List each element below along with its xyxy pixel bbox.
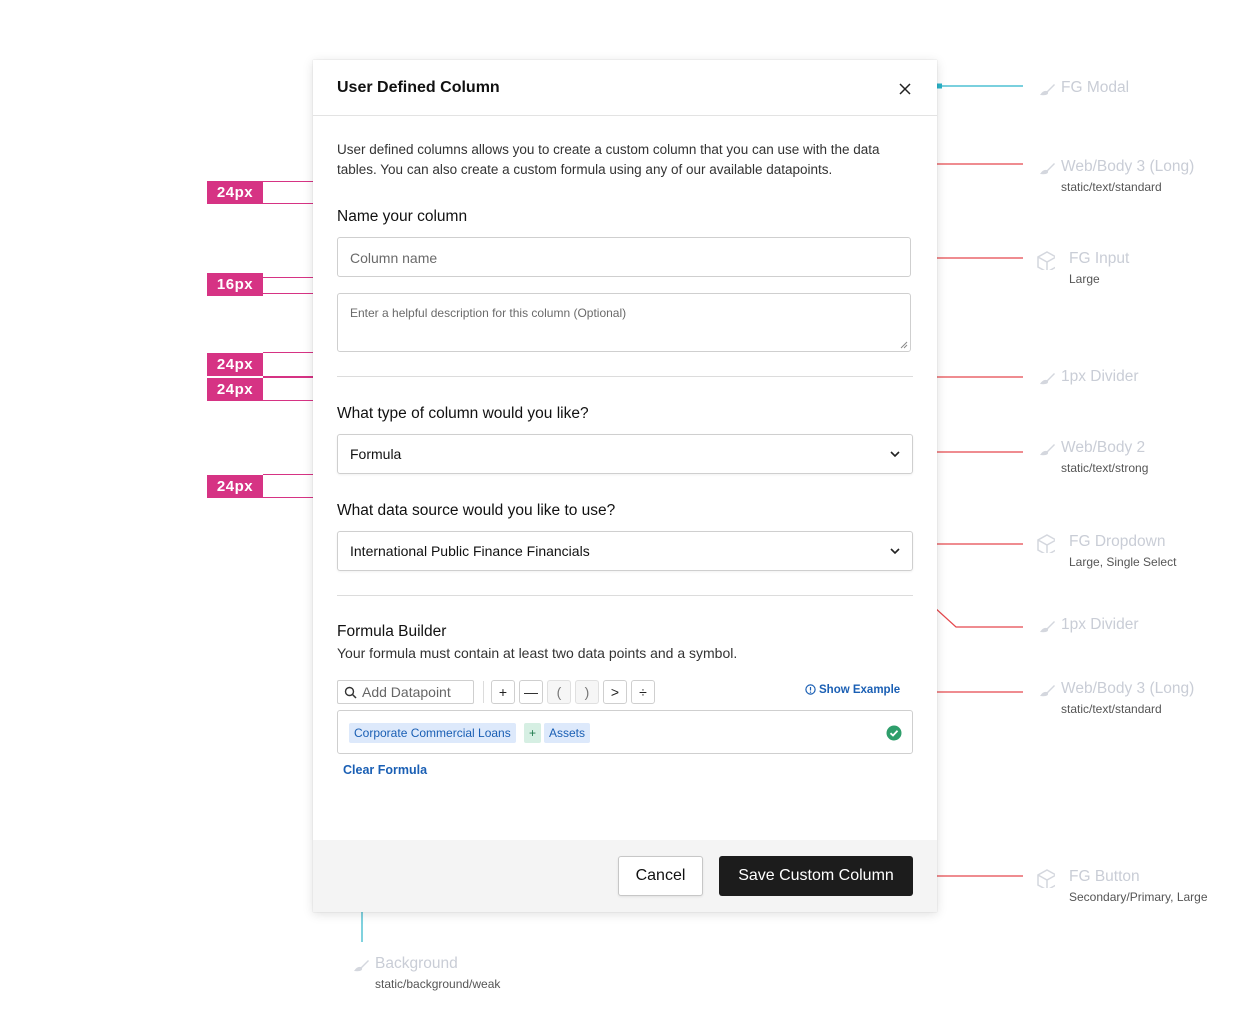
column-name-input[interactable]: Column name [337,237,911,277]
add-datapoint-placeholder: Add Datapoint [362,684,451,700]
chevron-down-icon [890,548,900,555]
chevron-down-icon [890,451,900,458]
brush-icon [1040,163,1055,175]
add-datapoint-search[interactable]: Add Datapoint [337,680,474,704]
brush-icon [1040,373,1055,385]
annotation-title: FG Input [1069,250,1130,267]
brush-icon [1040,444,1055,456]
datapoint-chip[interactable]: Assets [544,723,591,743]
plus-operator-button[interactable]: + [491,680,515,704]
formula-builder-title: Formula Builder [337,623,447,640]
annotation-title: 1px Divider [1061,368,1139,385]
description-placeholder: Enter a helpful description for this col… [350,306,627,320]
name-label: Name your column [337,208,468,225]
annotation-subtitle: static/background/weak [375,977,501,991]
operator-chip[interactable]: + [524,723,542,743]
annotation-title: 1px Divider [1061,616,1139,633]
show-example-link[interactable]: Show Example [805,684,900,696]
annotation-subtitle: Large, Single Select [1069,555,1177,569]
column-name-placeholder: Column name [350,250,438,266]
divide-operator-button[interactable]: ÷ [631,680,655,704]
show-example-label: Show Example [819,684,901,696]
section-divider [337,376,913,377]
formula-builder-subtitle: Your formula must contain at least two d… [337,645,738,661]
close-icon [899,83,911,95]
data-source-select[interactable]: International Public Finance Financials [337,531,913,571]
toolbar-separator [483,681,484,703]
column-type-select[interactable]: Formula [337,434,913,474]
close-button[interactable] [893,77,917,101]
minus-operator-button[interactable]: — [519,680,543,704]
type-label: What type of column would you like? [337,405,589,422]
greater-than-button[interactable]: > [603,680,627,704]
resize-handle-icon[interactable] [900,341,908,349]
annotation-subtitle: Large [1069,272,1100,286]
spacing-badge: 24px [207,181,263,204]
datapoint-chip[interactable]: Corporate Commercial Loans [349,723,516,743]
brush-icon [354,960,369,972]
annotation-title: FG Modal [1061,79,1130,96]
spacing-badge: 24px [207,353,263,376]
save-custom-column-button[interactable]: Save Custom Column [719,856,913,896]
annotation-title: Web/Body 2 [1061,439,1146,456]
spacing-badge: 24px [207,378,263,401]
intro-text: User defined columns allows you to creat… [337,142,880,177]
open-paren-button[interactable]: ( [547,680,571,704]
close-paren-button[interactable]: ) [575,680,599,704]
data-source-value: International Public Finance Financials [350,543,590,559]
brush-icon [1040,84,1055,96]
column-type-value: Formula [350,446,402,462]
cancel-button[interactable]: Cancel [618,856,703,896]
annotation-subtitle: static/text/strong [1061,461,1149,475]
annotation-subtitle: Secondary/Primary, Large [1069,890,1208,904]
formula-input[interactable]: Corporate Commercial Loans + Assets [337,710,913,754]
source-label: What data source would you like to use? [337,502,616,519]
annotation-subtitle: static/text/standard [1061,180,1162,194]
brush-icon [1040,621,1055,633]
section-divider [337,595,913,596]
annotation-title: FG Button [1069,868,1140,885]
header-divider [313,115,937,116]
component-icon [1037,251,1055,270]
search-icon [344,686,357,699]
spacing-badge: 16px [207,273,263,296]
description-textarea[interactable]: Enter a helpful description for this col… [337,293,911,352]
component-icon [1037,534,1055,553]
spacing-badge: 24px [207,475,263,498]
modal-footer: Cancel Save Custom Column [313,840,937,912]
clear-formula-link[interactable]: Clear Formula [343,763,427,777]
annotation-title: FG Dropdown [1069,533,1166,550]
annotation-subtitle: static/text/standard [1061,702,1162,716]
annotation-title: Web/Body 3 (Long) [1061,680,1195,697]
component-icon [1037,869,1055,888]
check-circle-icon [886,725,902,741]
brush-icon [1040,685,1055,697]
info-icon [805,684,816,695]
annotation-title: Web/Body 3 (Long) [1061,158,1195,175]
annotation-title: Background [375,955,458,972]
modal-title: User Defined Column [337,79,500,96]
user-defined-column-modal: User Defined Column User defined columns… [313,60,937,912]
